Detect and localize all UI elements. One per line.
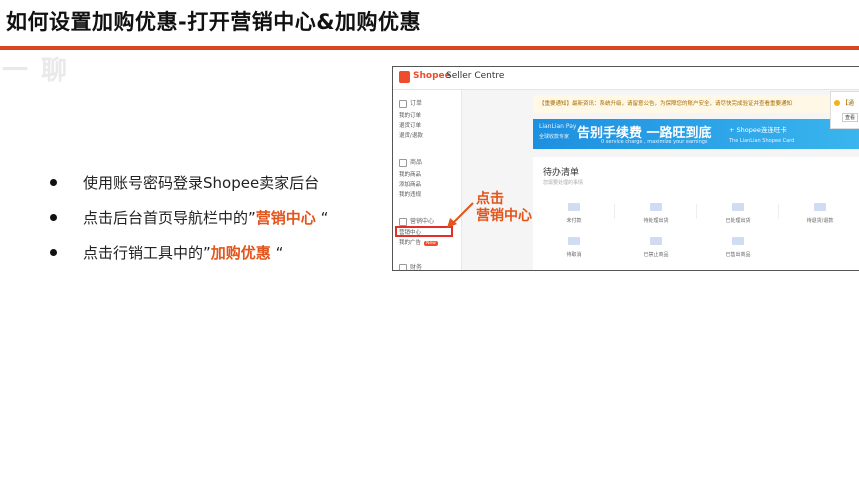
todo-list-panel: 待办清单 您需要处理的事情 未付款 待处理出货 已处理出货 待退货/退款 待取消… [533, 157, 859, 270]
todo-subtitle: 您需要处理的事情 [543, 180, 584, 186]
sidebar-item-refunds[interactable]: 退货/退款 [399, 131, 423, 139]
sidebar-group-products[interactable]: 商品 [399, 157, 422, 167]
wallet-icon [399, 263, 407, 270]
bullet-dot-icon [50, 214, 57, 221]
sidebar-item-violations[interactable]: 我的违规 [399, 190, 421, 198]
todo-count [568, 237, 580, 245]
sidebar-item-add-product[interactable]: 添加商品 [399, 180, 421, 188]
bullet-highlight: 加购优惠 [210, 244, 271, 262]
divider [614, 204, 615, 219]
todo-cell-to-ship[interactable]: 待处理出货 [621, 201, 691, 235]
notice-bar[interactable]: 【重要通知】最新资讯：系统升级，请留意公告，为保障您的账户安全，请尽快完成验证并… [533, 95, 836, 113]
callout-label: 点击 营销中心 [476, 191, 532, 224]
todo-count [568, 203, 580, 211]
title-rule [0, 46, 859, 50]
todo-cell-unpaid[interactable]: 未付款 [539, 201, 609, 235]
sidebar-item-my-products[interactable]: 我的商品 [399, 170, 421, 178]
bullet-text: 点击行销工具中的”加购优惠 “ [83, 244, 284, 262]
notice-popup: 【通 查看 [830, 91, 859, 129]
bullet-highlight: 营销中心 [255, 209, 316, 227]
todo-cell-cancel[interactable]: 待取消 [539, 235, 609, 269]
banner-subline: 0 service charge , maximize your earning… [601, 139, 708, 145]
shopee-bag-icon [399, 71, 410, 83]
todo-count [732, 203, 744, 211]
todo-cell-returns[interactable]: 待退货/退款 [785, 201, 855, 235]
todo-cell-shipped[interactable]: 已处理出货 [703, 201, 773, 235]
todo-count [650, 237, 662, 245]
seller-centre-label: Seller Centre [446, 71, 505, 81]
divider [778, 204, 779, 219]
todo-title: 待办清单 [543, 168, 580, 178]
tag-icon [399, 217, 407, 226]
promo-banner[interactable]: LianLian Pay 全球收款专家 告别手续费 一路旺到底 0 servic… [533, 119, 859, 149]
banner-card-name: + Shopee连连旺卡 [729, 126, 787, 134]
todo-count [814, 203, 826, 211]
todo-count [732, 237, 744, 245]
warning-icon [834, 100, 840, 106]
sidebar-group-orders[interactable]: 订单 [399, 98, 422, 108]
popup-title: 【通 [842, 100, 855, 107]
callout-arrow-icon [447, 202, 474, 228]
seller-centre-screenshot: Shopee Seller Centre 订单 我的订单 退货订单 退货/退款 … [392, 66, 859, 271]
banner-brand: LianLian Pay [539, 123, 577, 130]
seller-centre-header: Shopee Seller Centre [393, 67, 859, 90]
watermark: 一 聊 [2, 56, 70, 86]
new-badge: New [424, 241, 438, 246]
divider [696, 204, 697, 219]
clipboard-icon [399, 99, 407, 108]
bullet-dot-icon [50, 249, 57, 256]
banner-brand-sub: 全球收款专家 [539, 134, 570, 140]
sidebar-item-my-ads[interactable]: 我的广告 New [399, 238, 438, 246]
slide-title: 如何设置加购优惠-打开营销中心&加购优惠 [6, 10, 422, 34]
todo-cell-banned[interactable]: 已禁止商品 [621, 235, 691, 269]
banner-card-sub: The LianLian Shopee Card [729, 138, 795, 144]
todo-count [650, 203, 662, 211]
todo-cell-sold-out[interactable]: 已售出商品 [703, 235, 773, 269]
box-icon [399, 158, 407, 167]
bullet-text: 点击后台首页导航栏中的”营销中心 “ [83, 209, 329, 227]
sidebar-group-finance[interactable]: 财务 [399, 262, 422, 270]
sidebar-item-my-orders[interactable]: 我的订单 [399, 111, 421, 119]
sidebar-group-marketing[interactable]: 营销中心 [399, 216, 434, 226]
popup-view-button[interactable]: 查看 [842, 113, 859, 122]
sidebar-item-return-orders[interactable]: 退货订单 [399, 121, 421, 129]
bullet-text: 使用账号密码登录Shopee卖家后台 [83, 174, 320, 192]
bullet-dot-icon [50, 179, 57, 186]
sidebar: 订单 我的订单 退货订单 退货/退款 商品 我的商品 添加商品 我的违规 营销中… [393, 90, 462, 270]
